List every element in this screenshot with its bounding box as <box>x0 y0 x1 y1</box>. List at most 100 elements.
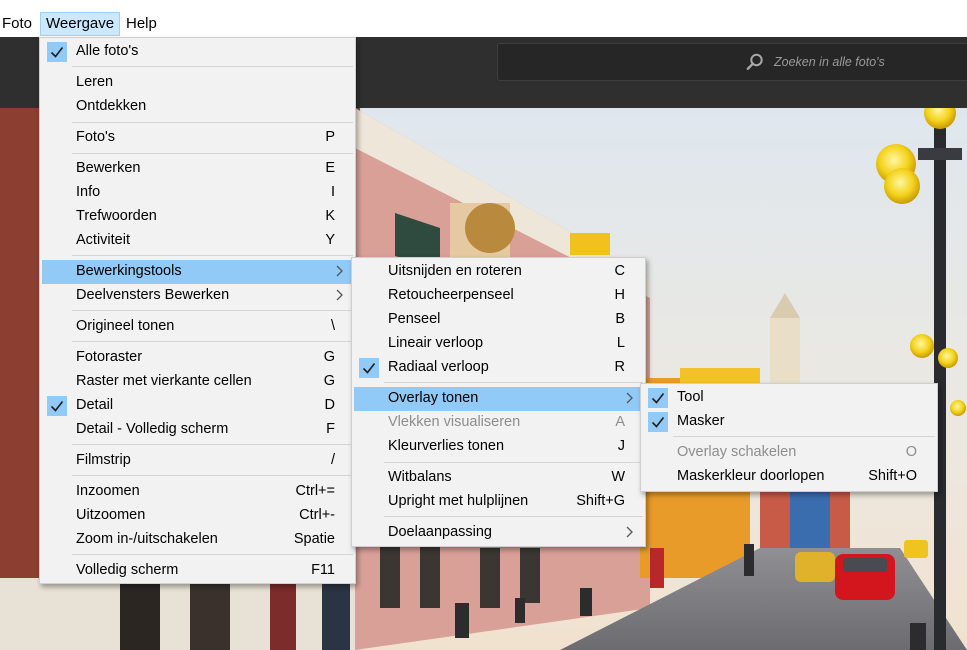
menu-item-label: Origineel tonen <box>76 318 175 334</box>
menu-item-activiteit[interactable]: Activiteit Y <box>42 229 353 253</box>
menu-item-detail-volledig-scherm[interactable]: Detail - Volledig scherm F <box>42 418 353 442</box>
menu-item-shortcut: Shift+O <box>868 468 917 484</box>
menu-item-tool[interactable]: Tool <box>643 386 935 410</box>
menu-item-shortcut: H <box>614 287 625 303</box>
menu-item-shortcut: C <box>614 263 625 279</box>
menu-help[interactable]: Help <box>126 12 157 36</box>
checkmark-icon <box>47 396 67 416</box>
bewerkingstools-submenu: Uitsnijden en roteren C Retoucheerpenseel H… <box>351 257 646 547</box>
chevron-right-icon <box>625 391 635 405</box>
menu-item-shortcut: D <box>324 397 335 413</box>
menu-separator <box>384 516 643 517</box>
menu-item-zoom-in-uitschakelen[interactable]: Zoom in-/uitschakelen Spatie <box>42 528 353 552</box>
menu-item-lineair-verloop[interactable]: Lineair verloop L <box>354 332 643 356</box>
menu-item-uitsnijden-en-roteren[interactable]: Uitsnijden en roteren C <box>354 260 643 284</box>
menu-item-label: Penseel <box>388 311 441 327</box>
menu-item-shortcut: B <box>615 311 625 327</box>
menu-separator <box>72 554 353 555</box>
menu-item-label: Filmstrip <box>76 452 131 468</box>
menu-item-label: Retoucheerpenseel <box>388 287 514 303</box>
menu-item-leren[interactable]: Leren <box>42 71 353 95</box>
menu-item-trefwoorden[interactable]: Trefwoorden K <box>42 205 353 229</box>
menu-item-origineel-tonen[interactable]: Origineel tonen \ <box>42 315 353 339</box>
menu-item-deelvensters-bewerken[interactable]: Deelvensters Bewerken <box>42 284 353 308</box>
menu-item-shortcut: P <box>325 129 335 145</box>
menu-item-bewerkingstools[interactable]: Bewerkingstools <box>42 260 353 284</box>
menu-item-filmstrip[interactable]: Filmstrip / <box>42 449 353 473</box>
menu-separator <box>72 444 353 445</box>
menu-separator <box>673 436 935 437</box>
menu-item-shortcut: L <box>616 335 625 351</box>
menu-item-label: Bewerken <box>76 160 141 176</box>
menu-item-fotoraster[interactable]: Fotoraster G <box>42 346 353 370</box>
menu-item-label: Upright met hulplijnen <box>388 493 529 509</box>
menu-item-masker[interactable]: Masker <box>643 410 935 434</box>
chevron-right-icon <box>335 288 345 302</box>
menu-item-overlay-schakelen[interactable]: Overlay schakelen O <box>643 441 935 465</box>
menu-item-alle-foto-s[interactable]: Alle foto's <box>42 40 353 64</box>
menu-item-label: Detail <box>76 397 114 413</box>
menu-item-label: Trefwoorden <box>76 208 157 224</box>
menu-item-shortcut: G <box>323 349 335 365</box>
menu-item-label: Witbalans <box>388 469 452 485</box>
menu-item-raster-met-vierkante-cellen[interactable]: Raster met vierkante cellen G <box>42 370 353 394</box>
menu-item-kleurverlies-tonen[interactable]: Kleurverlies tonen J <box>354 435 643 459</box>
menu-item-label: Kleurverlies tonen <box>388 438 505 454</box>
menu-item-label: Deelvensters Bewerken <box>76 287 230 303</box>
menu-item-radiaal-verloop[interactable]: Radiaal verloop R <box>354 356 643 380</box>
menu-item-label: Doelaanpassing <box>388 524 492 540</box>
menu-item-retoucheerpenseel[interactable]: Retoucheerpenseel H <box>354 284 643 308</box>
menu-item-inzoomen[interactable]: Inzoomen Ctrl+= <box>42 480 353 504</box>
menu-item-label: Overlay tonen <box>388 390 479 406</box>
menu-item-shortcut: F11 <box>311 562 335 578</box>
menu-item-shortcut: Spatie <box>293 531 335 547</box>
menu-item-shortcut: Y <box>325 232 335 248</box>
menu-item-shortcut: J <box>617 438 625 454</box>
menu-item-label: Masker <box>677 413 725 429</box>
checkmark-icon <box>648 412 668 432</box>
menu-item-label: Maskerkleur doorlopen <box>677 468 825 484</box>
menu-item-shortcut: R <box>614 359 625 375</box>
menu-item-label: Uitzoomen <box>76 507 146 523</box>
menu-item-label: Lineair verloop <box>388 335 484 351</box>
menu-item-shortcut: \ <box>330 318 335 334</box>
menu-item-overlay-tonen[interactable]: Overlay tonen <box>354 387 643 411</box>
menu-item-shortcut: K <box>325 208 335 224</box>
chevron-right-icon <box>625 525 635 539</box>
menu-item-vlekken-visualiseren[interactable]: Vlekken visualiseren A <box>354 411 643 435</box>
menu-item-label: Foto's <box>76 129 116 145</box>
menu-separator <box>384 382 643 383</box>
menu-bar: Foto Weergave Help <box>0 0 967 37</box>
menu-item-witbalans[interactable]: Witbalans W <box>354 466 643 490</box>
menu-item-maskerkleur-doorlopen[interactable]: Maskerkleur doorlopen Shift+O <box>643 465 935 489</box>
menu-item-shortcut: A <box>615 414 625 430</box>
menu-item-label: Ontdekken <box>76 98 147 114</box>
menu-item-label: Fotoraster <box>76 349 143 365</box>
menu-item-shortcut: E <box>325 160 335 176</box>
menu-item-doelaanpassing[interactable]: Doelaanpassing <box>354 521 643 545</box>
menu-item-label: Leren <box>76 74 114 90</box>
menu-item-penseel[interactable]: Penseel B <box>354 308 643 332</box>
menu-foto[interactable]: Foto <box>2 12 32 36</box>
menu-item-volledig-scherm[interactable]: Volledig scherm F11 <box>42 559 353 583</box>
menu-item-uitzoomen[interactable]: Uitzoomen Ctrl+- <box>42 504 353 528</box>
menu-item-detail[interactable]: Detail D <box>42 394 353 418</box>
menu-item-label: Raster met vierkante cellen <box>76 373 252 389</box>
menu-item-shortcut: O <box>905 444 917 460</box>
menu-separator <box>72 255 353 256</box>
menu-item-shortcut: / <box>330 452 335 468</box>
menu-item-label: Uitsnijden en roteren <box>388 263 522 279</box>
menu-item-foto-s[interactable]: Foto's P <box>42 126 353 150</box>
menu-item-label: Bewerkingstools <box>76 263 182 279</box>
menu-item-ontdekken[interactable]: Ontdekken <box>42 95 353 119</box>
menu-item-info[interactable]: Info I <box>42 181 353 205</box>
menu-item-upright-met-hulplijnen[interactable]: Upright met hulplijnen Shift+G <box>354 490 643 514</box>
menu-item-bewerken[interactable]: Bewerken E <box>42 157 353 181</box>
menu-separator <box>72 122 353 123</box>
search-input[interactable]: Zoeken in alle foto's <box>497 43 967 81</box>
menu-weergave[interactable]: Weergave <box>40 12 121 36</box>
overlay-tonen-submenu: Tool Masker Overlay schakelen O Maskerkleur … <box>640 383 938 492</box>
menu-item-shortcut: I <box>330 184 335 200</box>
menu-item-label: Overlay schakelen <box>677 444 797 460</box>
menu-item-shortcut: Ctrl+= <box>295 483 336 499</box>
